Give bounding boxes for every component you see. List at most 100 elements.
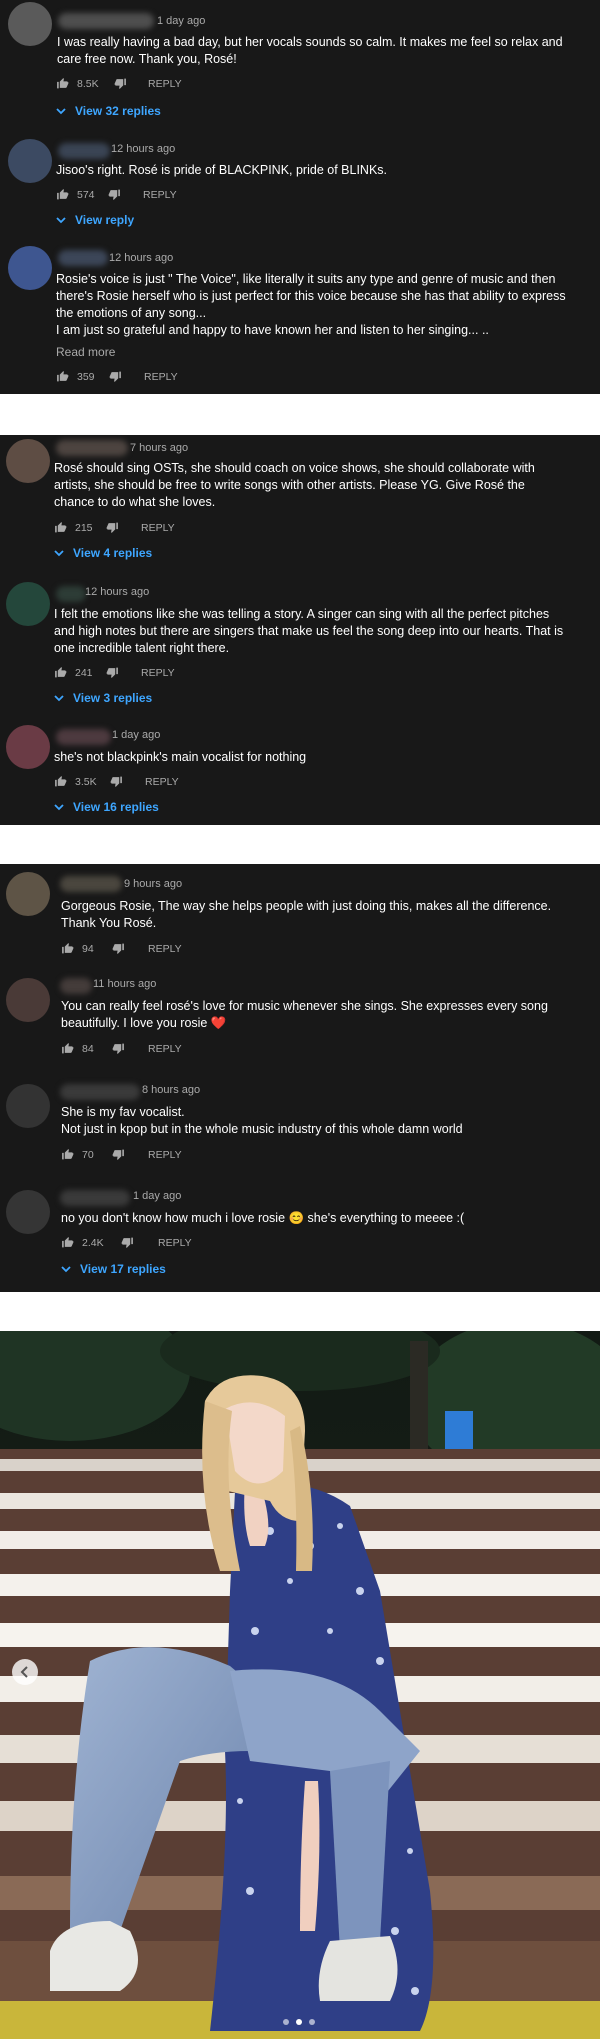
like-count: 94 [82,943,94,955]
thumbs-up-icon[interactable] [61,942,74,955]
thumbs-down-icon[interactable] [110,775,123,788]
author-name[interactable] [60,876,122,892]
reply-button[interactable]: REPLY [143,189,177,201]
thumbs-up-icon[interactable] [56,188,69,201]
timestamp[interactable]: 1 day ago [133,1190,181,1202]
comment-text: she's not blackpink's main vocalist for … [54,750,307,764]
author-name[interactable] [56,440,128,456]
reply-button[interactable]: REPLY [148,943,182,955]
carousel-dot[interactable] [283,2019,289,2025]
like-count: 3.5K [75,776,97,788]
reply-button[interactable]: REPLY [145,776,179,788]
comment-actions: 574 REPLY [56,188,256,204]
view-replies-label: View 17 replies [80,1262,166,1276]
thumbs-down-icon[interactable] [106,666,119,679]
carousel-dot-active[interactable] [296,2019,302,2025]
like-count: 8.5K [77,78,99,90]
like-count: 70 [82,1149,94,1161]
thumbs-down-icon[interactable] [109,370,122,383]
comment-actions: 3.5K REPLY [54,775,254,791]
view-replies-label: View 4 replies [73,546,153,560]
author-name[interactable] [60,978,92,994]
thumbs-up-icon[interactable] [56,370,69,383]
comment-actions: 94 REPLY [61,942,261,958]
reply-button[interactable]: REPLY [144,371,178,383]
comment-actions: 241 REPLY [54,666,254,682]
thumbs-down-icon[interactable] [112,942,125,955]
thumbs-up-icon[interactable] [61,1236,74,1249]
view-replies-label: View 16 replies [73,800,159,814]
comment-actions: 359 REPLY [56,370,256,386]
avatar[interactable] [6,582,50,626]
timestamp[interactable]: 12 hours ago [85,586,149,598]
avatar[interactable] [6,1190,50,1234]
avatar[interactable] [6,872,50,916]
comment-actions: 70 REPLY [61,1148,261,1164]
timestamp[interactable]: 8 hours ago [142,1084,200,1096]
chevron-down-icon [54,804,64,811]
comment-text: Rosé should sing OSTs, she should coach … [54,461,535,509]
avatar[interactable] [6,1084,50,1128]
avatar[interactable] [8,246,52,290]
reply-button[interactable]: REPLY [148,78,182,90]
thumbs-up-icon[interactable] [54,775,67,788]
comment-text: Gorgeous Rosie, The way she helps people… [61,899,552,930]
timestamp[interactable]: 1 day ago [112,729,160,741]
thumbs-up-icon[interactable] [54,666,67,679]
avatar[interactable] [6,725,50,769]
comment-actions: 215 REPLY [54,521,254,537]
like-count: 84 [82,1043,94,1055]
author-name[interactable] [58,143,110,159]
comment-text: She is my fav vocalist. Not just in kpop… [61,1105,463,1136]
reply-button[interactable]: REPLY [141,522,175,534]
photo [0,1331,600,2039]
chevron-left-icon [20,1666,28,1678]
like-count: 215 [75,522,93,534]
view-replies-label: View 32 replies [75,104,161,118]
comment-text: no you don't know how much i love rosie … [61,1211,465,1225]
thumbs-down-icon[interactable] [112,1042,125,1055]
thumbs-down-icon[interactable] [108,188,121,201]
chevron-down-icon [54,550,64,557]
comment-text: Rosie's voice is just " The Voice", like… [56,272,566,337]
avatar[interactable] [8,139,52,183]
timestamp[interactable]: 12 hours ago [111,143,175,155]
thumbs-up-icon[interactable] [61,1148,74,1161]
comments-panel-1: 1 day ago I was really having a bad day,… [0,0,600,394]
timestamp[interactable]: 9 hours ago [124,878,182,890]
avatar[interactable] [6,439,50,483]
chevron-down-icon [56,217,66,224]
read-more-link[interactable]: Read more [56,345,115,359]
carousel-prev-button[interactable] [12,1659,38,1685]
thumbs-up-icon[interactable] [56,77,69,90]
like-count: 574 [77,189,95,201]
author-name[interactable] [60,1084,140,1100]
timestamp[interactable]: 1 day ago [157,15,205,27]
thumbs-down-icon[interactable] [121,1236,134,1249]
comment-actions: 84 REPLY [61,1042,261,1058]
author-name[interactable] [58,13,154,29]
reply-button[interactable]: REPLY [148,1149,182,1161]
timestamp[interactable]: 7 hours ago [130,442,188,454]
timestamp[interactable]: 12 hours ago [109,252,173,264]
author-name[interactable] [56,729,111,745]
thumbs-down-icon[interactable] [106,521,119,534]
thumbs-up-icon[interactable] [54,521,67,534]
chevron-down-icon [54,695,64,702]
avatar[interactable] [8,2,52,46]
avatar[interactable] [6,978,50,1022]
chevron-down-icon [61,1266,71,1273]
timestamp[interactable]: 11 hours ago [93,978,156,990]
thumbs-down-icon[interactable] [114,77,127,90]
thumbs-up-icon[interactable] [61,1042,74,1055]
comment-text: I was really having a bad day, but her v… [57,35,563,66]
reply-button[interactable]: REPLY [141,667,175,679]
author-name[interactable] [56,586,86,602]
carousel-dot[interactable] [309,2019,315,2025]
author-name[interactable] [58,250,108,266]
thumbs-down-icon[interactable] [112,1148,125,1161]
photo-carousel[interactable] [0,1331,600,2039]
reply-button[interactable]: REPLY [158,1237,192,1249]
author-name[interactable] [60,1190,130,1206]
reply-button[interactable]: REPLY [148,1043,182,1055]
